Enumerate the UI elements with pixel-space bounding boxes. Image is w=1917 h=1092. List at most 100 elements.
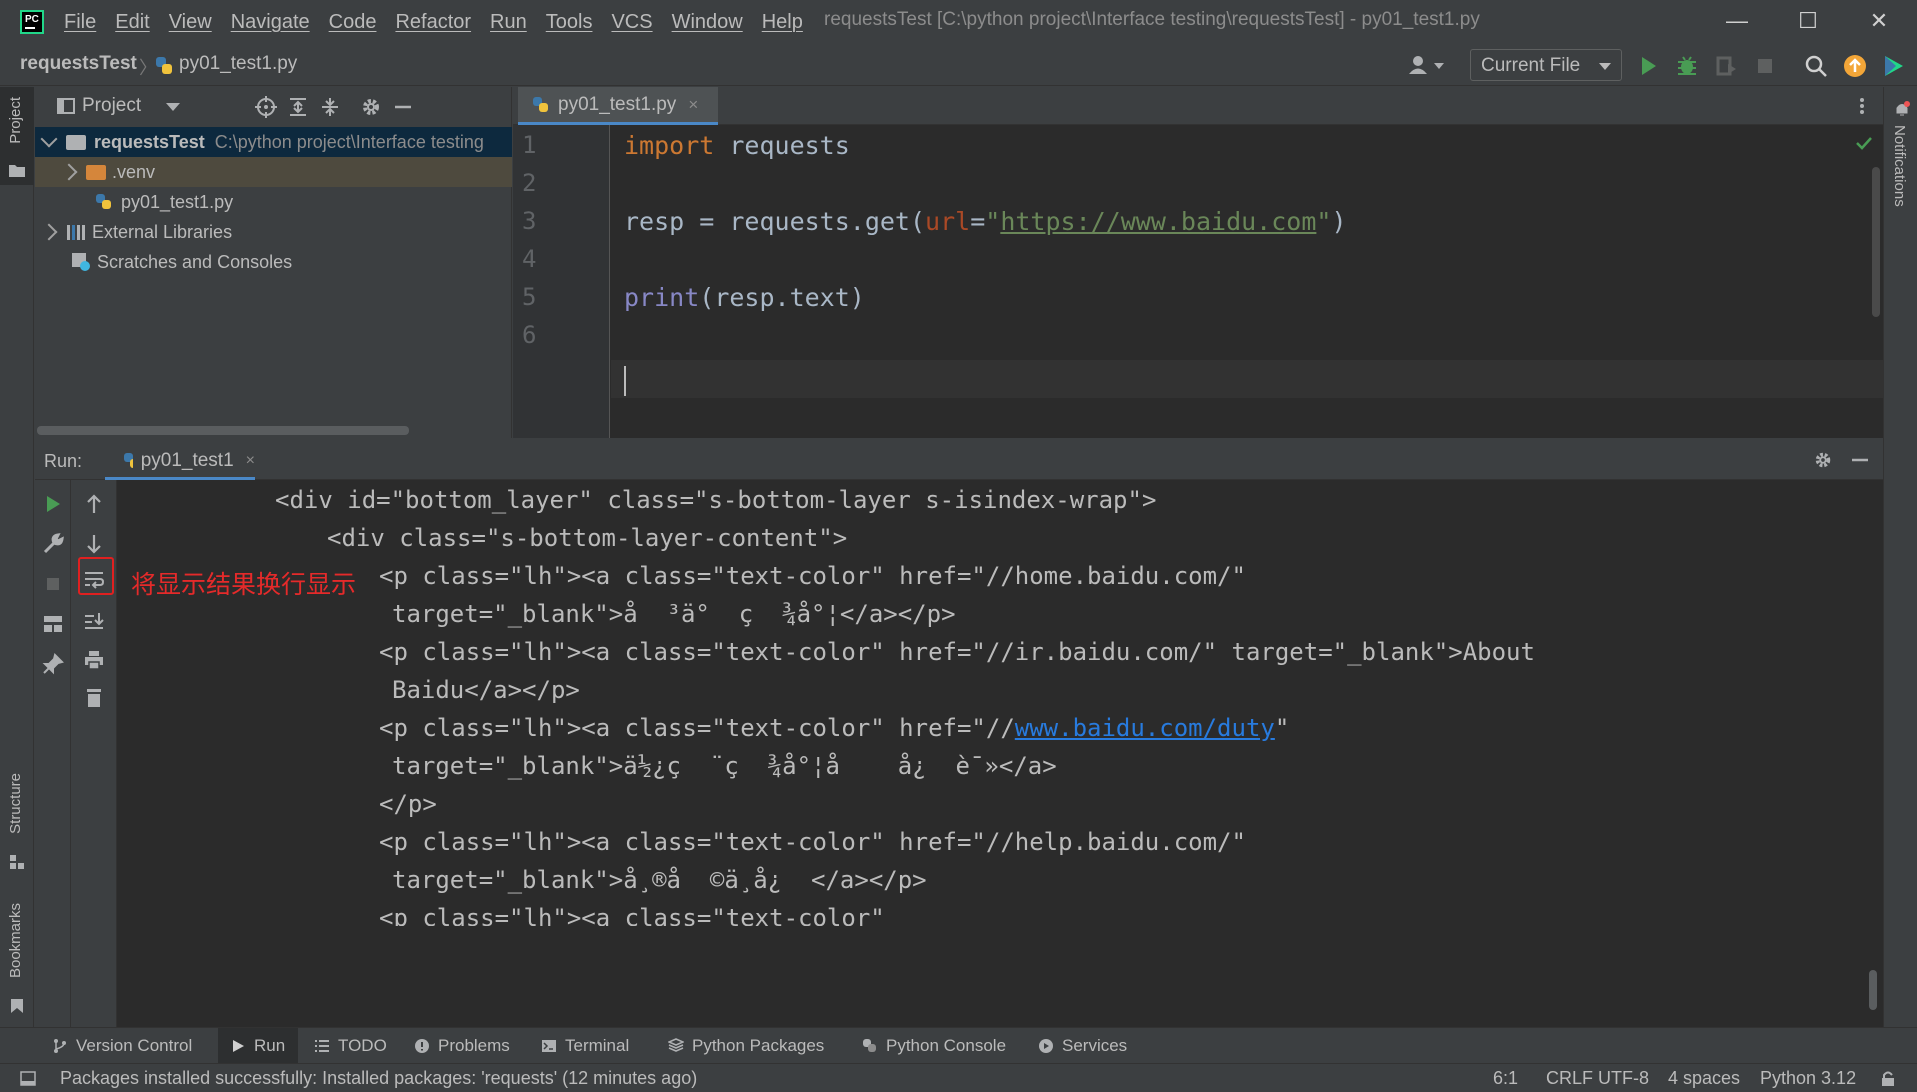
menu-view[interactable]: View [169,11,212,34]
code-line-3[interactable]: resp = requests.get(url="https://www.bai… [624,207,1347,236]
layout-icon[interactable] [41,612,65,636]
close-window-button[interactable]: ✕ [1864,6,1894,36]
menu-file[interactable]: File [64,11,96,34]
breadcrumb-file[interactable]: py01_test1.py [179,53,297,75]
tree-item-external-libraries[interactable]: External Libraries [35,217,512,247]
url-link[interactable]: https://www.baidu.com [1000,207,1316,236]
hide-panel-icon[interactable] [1850,450,1870,470]
structure-tool-label: Structure [7,773,24,834]
code-token: resp = requests.get( [624,207,926,236]
menu-refactor[interactable]: Refactor [395,11,471,34]
tab-python-console[interactable]: Python Console [862,1028,1006,1064]
menu-help[interactable]: Help [762,11,803,34]
stop-icon[interactable] [41,572,65,596]
tab-label: Services [1062,1036,1128,1055]
file-encoding[interactable]: UTF-8 [1598,1068,1649,1089]
tab-run[interactable]: Run [218,1028,298,1064]
python-interpreter[interactable]: Python 3.12 [1760,1068,1856,1089]
console-output-line: <p class="lh"><a class="text-color" [379,904,885,926]
debug-icon[interactable] [1675,54,1699,78]
status-message[interactable]: Packages installed successfully: Install… [60,1068,697,1089]
pycharm-logo-icon[interactable]: PC [20,10,44,34]
wrench-icon[interactable] [41,532,65,556]
menu-navigate[interactable]: Navigate [231,11,310,34]
scroll-to-end-icon[interactable] [82,610,106,634]
hide-panel-icon[interactable] [392,96,414,118]
menu-tools[interactable]: Tools [546,11,593,34]
update-icon[interactable] [1843,54,1867,78]
menu-edit[interactable]: Edit [115,11,149,34]
caret-position[interactable]: 6:1 [1493,1068,1518,1089]
no-problems-check-icon[interactable] [1856,136,1872,150]
run-panel-label: Run: [44,451,83,471]
maximize-button[interactable]: ☐ [1793,6,1823,36]
user-icon[interactable] [1408,55,1446,75]
arrow-up-icon[interactable] [82,492,106,516]
trash-icon[interactable] [82,686,106,710]
menu-run[interactable]: Run [490,11,527,34]
notifications-bell-icon[interactable] [1894,101,1910,117]
jetbrains-ai-icon[interactable] [1882,54,1906,78]
run-icon[interactable] [1636,54,1660,78]
menu-window[interactable]: Window [672,11,743,34]
lock-icon[interactable] [1880,1071,1896,1087]
chevron-down-icon[interactable] [166,103,180,112]
tree-item-py01-test1[interactable]: py01_test1.py [35,187,512,217]
packages-icon [668,1038,684,1052]
menu-code[interactable]: Code [329,11,377,34]
project-panel-title[interactable]: Project [82,95,141,117]
run-tab-py01-test1[interactable]: py01_test1 × [105,444,255,480]
code-line-1[interactable]: import requests [624,131,850,160]
editor: py01_test1.py × 1 2 3 4 5 6 import reque… [513,87,1883,438]
editor-scrollbar[interactable] [1872,167,1880,317]
tab-version-control[interactable]: Version Control [52,1028,192,1064]
more-options-icon[interactable] [1859,97,1865,115]
tree-item-requeststest[interactable]: requestsTest C:\python project\Interface… [35,127,512,157]
console-output-link[interactable]: www.baidu.com/duty [1015,714,1275,742]
project-tool-button[interactable]: Project [0,87,34,185]
string-token: " [985,207,1001,236]
arrow-down-icon[interactable] [82,532,106,556]
right-tool-stripe: Notifications [1883,87,1917,1027]
search-icon[interactable] [1804,54,1828,78]
gear-icon[interactable] [1813,450,1833,470]
rerun-icon[interactable] [41,492,65,516]
pin-icon[interactable] [41,652,65,676]
collapse-all-icon[interactable] [319,96,341,118]
tab-services[interactable]: Services [1038,1028,1127,1064]
close-tab-icon[interactable]: × [246,452,255,470]
tab-todo[interactable]: TODO [314,1028,387,1064]
tree-item-scratches[interactable]: Scratches and Consoles [35,247,512,277]
bookmark-icon [11,999,23,1013]
code-line-5[interactable]: print(resp.text) [624,283,865,312]
toggle-tool-windows-icon[interactable] [20,1071,36,1086]
locate-file-icon[interactable] [255,96,277,118]
breadcrumb-project[interactable]: requestsTest [20,53,137,75]
indent-setting[interactable]: 4 spaces [1668,1068,1740,1089]
coverage-icon[interactable] [1714,54,1738,78]
structure-tool-button[interactable]: Structure [0,767,34,877]
tab-python-packages[interactable]: Python Packages [668,1028,824,1064]
print-icon[interactable] [82,648,106,672]
line-number-gutter: 1 2 3 4 5 6 [513,125,610,438]
line-separator[interactable]: CRLF [1546,1068,1593,1089]
tab-terminal[interactable]: Terminal [541,1028,629,1064]
gear-icon[interactable] [360,96,382,118]
notifications-tool-label[interactable]: Notifications [1891,125,1908,207]
tree-item-venv[interactable]: .venv [35,157,512,187]
console-scrollbar[interactable] [1869,970,1877,1010]
run-configuration-dropdown[interactable]: Current File [1470,49,1622,81]
menu-vcs[interactable]: VCS [611,11,652,34]
expand-all-icon[interactable] [287,96,309,118]
tab-problems[interactable]: Problems [414,1028,510,1064]
console-output-line: <p class="lh"><a class="text-color" href… [379,562,1246,590]
minimize-button[interactable]: — [1722,6,1752,36]
stop-icon[interactable] [1753,54,1777,78]
console-output-line: <p class="lh"><a class="text-color" href… [379,828,1246,856]
close-tab-icon[interactable]: × [688,95,698,115]
left-tool-stripe: Project Structure Bookmarks [0,87,34,1027]
status-bar: Packages installed successfully: Install… [0,1063,1917,1092]
bookmarks-tool-button[interactable]: Bookmarks [0,897,34,1017]
horizontal-scrollbar[interactable] [37,426,409,435]
editor-tab-py01-test1[interactable]: py01_test1.py × [518,87,718,125]
